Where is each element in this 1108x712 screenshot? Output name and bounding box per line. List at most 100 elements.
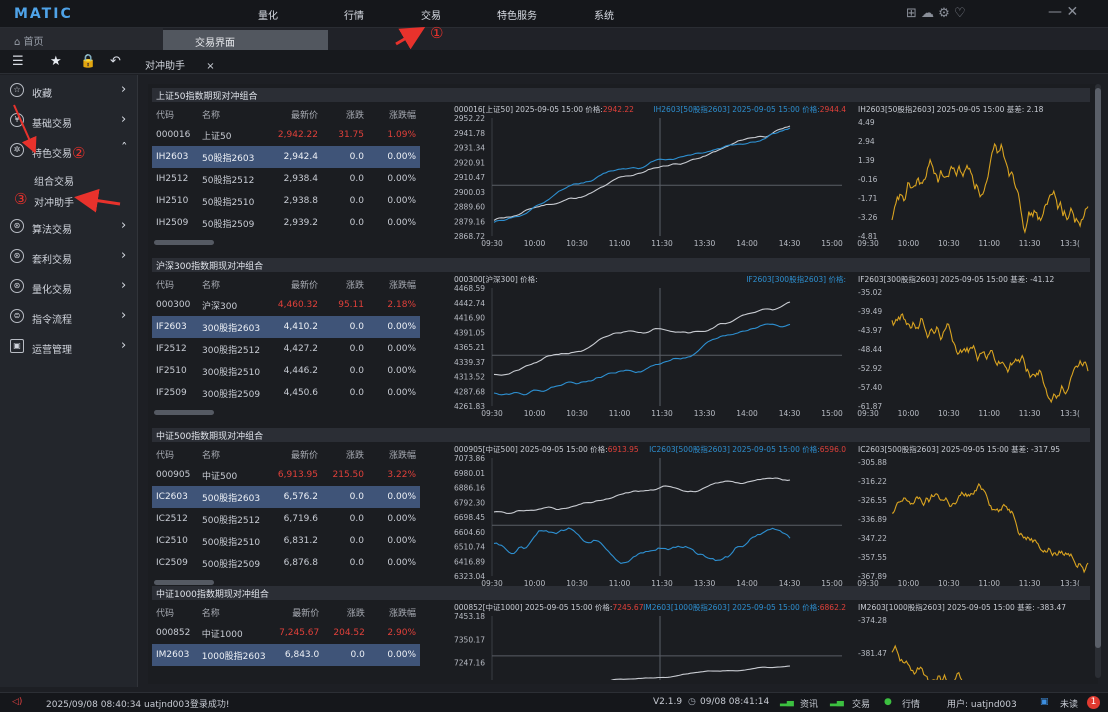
table-row[interactable]: IH2509 50股指2509 2,939.2 0.0 0.00% xyxy=(152,212,420,234)
tab-hedge-helper[interactable]: 对冲助手 × xyxy=(137,54,237,72)
column-header[interactable]: 最新价 xyxy=(270,602,324,622)
table-cell: 000016 xyxy=(156,130,191,140)
speaker-icon[interactable]: ◁) xyxy=(12,697,22,707)
column-header[interactable]: 代码 xyxy=(152,274,198,294)
horizontal-scrollbar[interactable] xyxy=(154,410,214,415)
menu-market[interactable]: 行情 xyxy=(344,7,364,22)
table-row[interactable]: IF2509 300股指2509 4,450.6 0.0 0.00% xyxy=(152,382,420,404)
sidebar-item-basic-trade[interactable]: ¥ 基础交易 › xyxy=(0,107,138,135)
column-header[interactable]: 代码 xyxy=(152,602,198,622)
quote-table: 代码 名称 最新价 涨跌 涨跌幅 000016 上证50 2,942.22 31.75 1.09%… xyxy=(152,104,420,234)
table-row[interactable]: 000905 中证500 6,913.95 215.50 3.22% xyxy=(152,464,420,486)
star-icon[interactable]: ★ xyxy=(50,54,62,69)
column-header[interactable]: 最新价 xyxy=(268,104,322,124)
news-label[interactable]: 资讯 xyxy=(800,697,818,710)
column-header[interactable]: 涨跌 xyxy=(323,602,369,622)
column-header[interactable]: 涨跌 xyxy=(322,274,368,294)
price-chart[interactable]: 000300[沪深300] 价格: IF2603[300股指2603] 价格: 44… xyxy=(452,258,846,419)
close-icon[interactable]: × xyxy=(206,61,214,72)
lock-icon[interactable]: 🔒 xyxy=(80,54,96,69)
sidebar-subitem-hedge-helper[interactable]: 对冲助手 xyxy=(34,194,74,209)
column-header[interactable]: 名称 xyxy=(198,444,268,464)
sidebar-item-quant-trade[interactable]: ⊛ 量化交易 › xyxy=(0,273,138,301)
window-controls[interactable]: — ✕ xyxy=(1048,4,1078,20)
column-header[interactable]: 涨跌 xyxy=(322,104,368,124)
x-tick-label: 13:30 xyxy=(694,239,716,248)
basis-chart[interactable]: IH2603[50股指2603] 2025-09-05 15:00 基差: 2.… xyxy=(856,88,1090,249)
table-cell: IC2510 xyxy=(156,536,188,546)
table-row[interactable]: IF2510 300股指2510 4,446.2 0.0 0.00% xyxy=(152,360,420,382)
table-row[interactable]: IH2510 50股指2510 2,938.8 0.0 0.00% xyxy=(152,190,420,212)
quote-table: 代码 名称 最新价 涨跌 涨跌幅 000905 中证500 6,913.95 215.50 3.2… xyxy=(152,444,420,574)
table-row[interactable]: IC2509 500股指2509 6,876.8 0.0 0.00% xyxy=(152,552,420,574)
column-header[interactable]: 名称 xyxy=(198,104,268,124)
market-status-label[interactable]: 行情 xyxy=(902,697,920,710)
table-header-row: 代码 名称 最新价 涨跌 涨跌幅 xyxy=(152,274,420,294)
horizontal-scrollbar[interactable] xyxy=(154,240,214,245)
table-row[interactable]: 000016 上证50 2,942.22 31.75 1.09% xyxy=(152,124,420,146)
column-header[interactable]: 最新价 xyxy=(268,444,322,464)
table-row[interactable]: IM2603 1000股指2603 6,843.0 0.0 0.00% xyxy=(152,644,420,666)
basis-chart[interactable]: IC2603[500股指2603] 2025-09-05 15:00 基差: -… xyxy=(856,428,1090,589)
table-row[interactable]: IH2512 50股指2512 2,938.4 0.0 0.00% xyxy=(152,168,420,190)
column-header[interactable]: 代码 xyxy=(152,104,198,124)
table-row[interactable]: 000852 中证1000 7,245.67 204.52 2.90% xyxy=(152,622,420,644)
sidebar-item-arbitrage-trade[interactable]: ⊛ 套利交易 › xyxy=(0,243,138,271)
back-icon[interactable]: ↶ xyxy=(110,54,121,69)
price-chart[interactable]: 000905[中证500] 2025-09-05 15:00 价格:6913.9… xyxy=(452,428,846,589)
sidebar-item-label: 收藏 xyxy=(32,89,52,100)
vertical-scrollbar-thumb[interactable] xyxy=(1095,88,1101,648)
chart-legend-future: IM2603[1000股指2603] 2025-09-05 15:00 价格:6… xyxy=(643,602,846,612)
table-row[interactable]: IF2603 300股指2603 4,410.2 0.0 0.00% xyxy=(152,316,420,338)
table-row[interactable]: IH2603 50股指2603 2,942.4 0.0 0.00% xyxy=(152,146,420,168)
table-cell: 4,427.2 xyxy=(283,344,318,354)
price-chart[interactable]: 000852[中证1000] 2025-09-05 15:00 价格:7245.… xyxy=(452,586,846,680)
table-row[interactable]: IC2512 500股指2512 6,719.6 0.0 0.00% xyxy=(152,508,420,530)
column-header[interactable]: 涨跌幅 xyxy=(369,602,420,622)
column-header[interactable]: 名称 xyxy=(198,274,268,294)
sidebar-subitem-portfolio-trade[interactable]: 组合交易 xyxy=(34,173,74,188)
hedge-section: 中证1000指数期现对冲组合 代码 名称 最新价 涨跌 涨跌幅 000852 中证1000 7,… xyxy=(152,586,1090,682)
quote-table: 代码 名称 最新价 涨跌 涨跌幅 000852 中证1000 7,245.67 204.52 2.… xyxy=(152,602,420,666)
menu-system[interactable]: 系统 xyxy=(594,7,614,22)
menu-quant[interactable]: 量化 xyxy=(258,7,278,22)
toolbar-icons[interactable]: ⊞ ☁ ⚙ ♡ xyxy=(906,6,966,21)
table-row[interactable]: IC2510 500股指2510 6,831.2 0.0 0.00% xyxy=(152,530,420,552)
user-label: 用户: uatjnd003 xyxy=(947,700,1017,710)
basis-chart[interactable]: IM2603[1000股指2603] 2025-09-05 15:00 基差: … xyxy=(856,586,1090,680)
table-cell: 0.0 xyxy=(349,218,364,228)
sidebar-item-special-trade[interactable]: ✲ 特色交易 ˆ xyxy=(0,137,138,165)
column-header[interactable]: 涨跌幅 xyxy=(368,444,420,464)
sidebar-item-label: 基础交易 xyxy=(32,119,72,130)
message-icon[interactable]: ▣ xyxy=(1040,697,1049,707)
price-chart[interactable]: 000016[上证50] 2025-09-05 15:00 价格:2942.22… xyxy=(452,88,846,249)
table-cell: 0.00% xyxy=(387,344,416,354)
menu-special-service[interactable]: 特色服务 xyxy=(497,7,537,22)
sidebar-item-algo-trade[interactable]: ⊛ 算法交易 › xyxy=(0,213,138,241)
column-header[interactable]: 最新价 xyxy=(268,274,322,294)
tab-trade-interface[interactable]: 交易界面 xyxy=(163,30,328,50)
column-header[interactable]: 代码 xyxy=(152,444,198,464)
sidebar-item-favorites[interactable]: ☆ 收藏 › xyxy=(0,77,138,105)
column-header[interactable]: 涨跌 xyxy=(322,444,368,464)
table-row[interactable]: 000300 沪深300 4,460.32 95.11 2.18% xyxy=(152,294,420,316)
y-tick-label: -336.89 xyxy=(858,515,887,524)
sidebar-item-instruction-flow[interactable]: ⊜ 指令流程 › xyxy=(0,303,138,331)
menu-trade[interactable]: 交易 xyxy=(421,7,441,22)
table-cell: 上证50 xyxy=(202,131,232,142)
horizontal-scrollbar[interactable] xyxy=(154,580,214,585)
table-row[interactable]: IC2603 500股指2603 6,576.2 0.0 0.00% xyxy=(152,486,420,508)
column-header[interactable]: 涨跌幅 xyxy=(368,274,420,294)
table-cell: 50股指2603 xyxy=(198,146,268,168)
table-row[interactable]: IF2512 300股指2512 4,427.2 0.0 0.00% xyxy=(152,338,420,360)
table-cell: 50股指2512 xyxy=(202,175,255,186)
x-tick-label: 10:30 xyxy=(938,409,960,418)
column-header[interactable]: 涨跌幅 xyxy=(368,104,420,124)
sidebar-item-operations[interactable]: ▣ 运营管理 › xyxy=(0,333,138,361)
trade-status-label[interactable]: 交易 xyxy=(852,697,870,710)
menu-toggle-icon[interactable]: ☰ xyxy=(12,54,24,69)
basis-chart[interactable]: IF2603[300股指2603] 2025-09-05 15:00 基差: -… xyxy=(856,258,1090,419)
column-header[interactable]: 名称 xyxy=(198,602,270,622)
tab-home[interactable]: ⌂ 首页 xyxy=(0,28,163,50)
unread-label[interactable]: 未读 xyxy=(1060,697,1078,710)
